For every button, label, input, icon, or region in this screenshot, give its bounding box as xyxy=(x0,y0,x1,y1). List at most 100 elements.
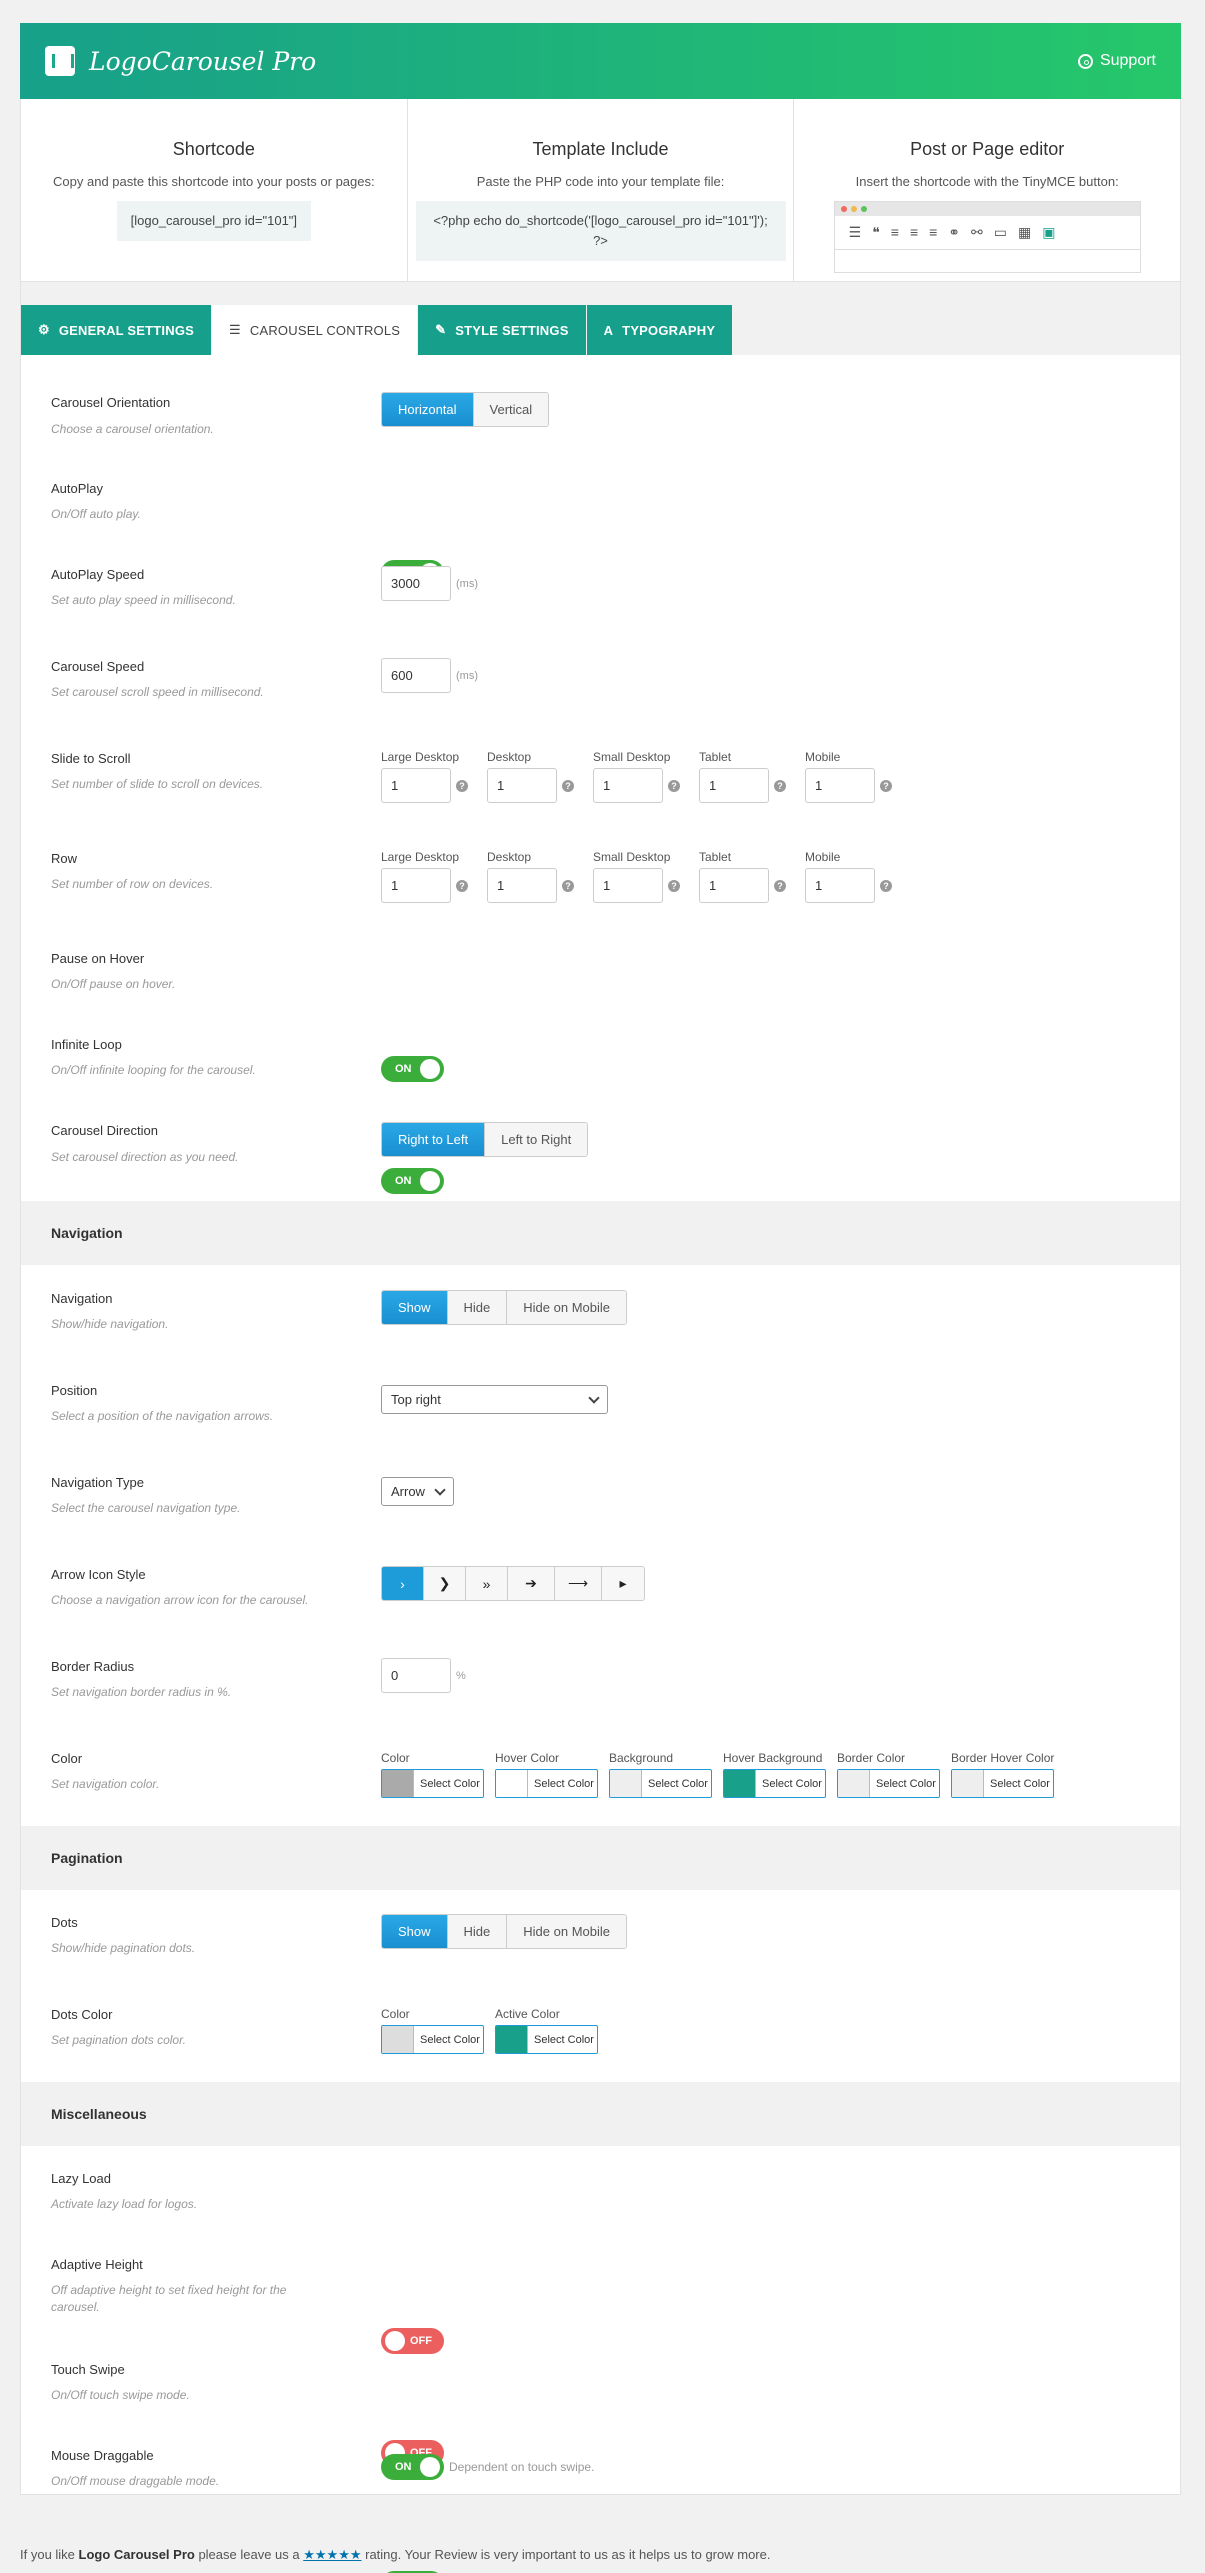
arrow-style-6-icon[interactable]: ▸ xyxy=(602,1567,644,1600)
position-select[interactable]: Top right xyxy=(381,1385,608,1414)
mouse-draggable-toggle[interactable]: ON xyxy=(381,2454,444,2480)
quote-icon: ❝ xyxy=(872,224,880,240)
device-input[interactable]: 1 xyxy=(381,768,451,803)
tab-general-settings[interactable]: ⚙ General Settings xyxy=(21,305,212,355)
device-input[interactable]: 1 xyxy=(699,768,769,803)
help-icon[interactable]: ? xyxy=(456,879,468,892)
infinite-loop-desc: On/Off infinite looping for the carousel… xyxy=(51,1063,256,1077)
template-code[interactable]: <?php echo do_shortcode('[logo_carousel_… xyxy=(415,201,786,261)
tab-carousel-controls[interactable]: ☰ Carousel Controls xyxy=(212,305,418,355)
row-desc: Set number of row on devices. xyxy=(51,877,214,891)
dots-color-desc: Set pagination dots color. xyxy=(51,2033,186,2047)
slide-to-scroll-desc: Set number of slide to scroll on devices… xyxy=(51,777,264,791)
dots-color-picker: Color Select Color xyxy=(381,2007,484,2054)
arrow-style-label: Arrow Icon Style xyxy=(51,1567,146,1582)
help-icon[interactable]: ? xyxy=(668,879,680,892)
nav-hide-button[interactable]: Hide xyxy=(447,1291,508,1324)
toggle-knob xyxy=(385,2331,405,2351)
color-picker-button[interactable]: Select Color xyxy=(951,1769,1054,1798)
device-input[interactable]: 1 xyxy=(805,868,875,903)
arrow-style-5-icon[interactable]: ⟶ xyxy=(555,1567,602,1600)
toggle-text: OFF xyxy=(410,2335,432,2347)
shortcode-box: Shortcode Copy and paste this shortcode … xyxy=(21,99,408,281)
help-icon[interactable]: ? xyxy=(562,779,574,792)
color-label: Active Color xyxy=(495,2007,560,2021)
plugin-panel: LogoCarousel Pro Support Shortcode Copy … xyxy=(20,23,1181,2573)
autoplay-speed-desc: Set auto play speed in millisecond. xyxy=(51,593,236,607)
right-to-left-button[interactable]: Right to Left xyxy=(382,1123,486,1156)
adaptive-height-label: Adaptive Height xyxy=(51,2257,143,2272)
align-left-icon: ≡ xyxy=(890,224,899,240)
device-input[interactable]: 1 xyxy=(805,768,875,803)
header: LogoCarousel Pro Support xyxy=(20,23,1181,99)
border-radius-input[interactable]: 0 xyxy=(381,1658,451,1693)
dots-desc: Show/hide pagination dots. xyxy=(51,1941,196,1955)
help-icon[interactable]: ? xyxy=(456,779,468,792)
orientation-buttons: Horizontal Vertical xyxy=(381,392,550,427)
dots-hide-button[interactable]: Hide xyxy=(447,1915,508,1948)
nav-hover-color-picker: Hover Color Select Color xyxy=(495,1751,598,1798)
device-input[interactable]: 1 xyxy=(593,868,663,903)
autoplay-speed-input[interactable]: 3000 xyxy=(381,566,451,601)
color-picker-button[interactable]: Select Color xyxy=(495,2025,598,2054)
color-picker-button[interactable]: Select Color xyxy=(495,1769,598,1798)
help-icon[interactable]: ? xyxy=(562,879,574,892)
vertical-button[interactable]: Vertical xyxy=(473,393,549,426)
color-picker-button[interactable]: Select Color xyxy=(381,1769,484,1798)
arrow-style-2-icon[interactable]: ❯ xyxy=(424,1567,466,1600)
window-bar xyxy=(834,202,1140,216)
help-icon[interactable]: ? xyxy=(668,779,680,792)
mouse-draggable-desc: On/Off mouse draggable mode. xyxy=(51,2474,220,2488)
device-input[interactable]: 1 xyxy=(381,868,451,903)
left-to-right-button[interactable]: Left to Right xyxy=(485,1123,588,1156)
color-picker-button[interactable]: Select Color xyxy=(723,1769,826,1798)
rating-stars-link[interactable]: ★★★★★ xyxy=(303,2547,361,2562)
color-swatch xyxy=(382,1770,414,1797)
carousel-speed-input[interactable]: 600 xyxy=(381,658,451,693)
help-icon[interactable]: ? xyxy=(774,779,786,792)
nav-border-hover-color-picker: Border Hover Color Select Color xyxy=(951,1751,1054,1798)
carousel-speed-desc: Set carousel scroll speed in millisecond… xyxy=(51,685,264,699)
navigation-label: Navigation xyxy=(51,1291,113,1306)
unit-label: (ms) xyxy=(456,577,478,590)
select-color-text: Select Color xyxy=(534,2033,594,2046)
color-picker-button[interactable]: Select Color xyxy=(381,2025,484,2054)
shortcode-code[interactable]: [logo_carousel_pro id="101"] xyxy=(116,201,312,241)
tab-style-settings[interactable]: ✎ Style Settings xyxy=(418,305,586,355)
help-icon[interactable]: ? xyxy=(774,879,786,892)
select-color-text: Select Color xyxy=(762,1777,822,1790)
nav-show-button[interactable]: Show xyxy=(382,1291,448,1324)
color-swatch xyxy=(838,1770,870,1797)
nav-type-select[interactable]: Arrow xyxy=(381,1477,454,1506)
device-input[interactable]: 1 xyxy=(487,768,557,803)
dots-hide-mobile-button[interactable]: Hide on Mobile xyxy=(507,1915,626,1948)
navigation-section-header: Navigation xyxy=(21,1201,1180,1265)
arrow-style-1-icon[interactable]: › xyxy=(382,1567,424,1600)
arrow-style-4-icon[interactable]: ➔ xyxy=(508,1567,555,1600)
support-label: Support xyxy=(1099,52,1156,69)
usage-info: Shortcode Copy and paste this shortcode … xyxy=(20,99,1181,282)
horizontal-button[interactable]: Horizontal xyxy=(382,393,474,426)
help-icon[interactable]: ? xyxy=(880,879,892,892)
list-icon: ☰ xyxy=(848,224,862,240)
infinite-loop-toggle[interactable]: ON xyxy=(381,1168,444,1194)
carousel-speed-control: 600 (ms) xyxy=(381,658,478,693)
pause-hover-toggle[interactable]: ON xyxy=(381,1056,444,1082)
color-picker-button[interactable]: Select Color xyxy=(837,1769,940,1798)
settings-tabs: ⚙ General Settings ☰ Carousel Controls ✎ St… xyxy=(21,282,1180,355)
tab-typography[interactable]: A Typography xyxy=(586,305,733,355)
arrow-style-3-icon[interactable]: » xyxy=(466,1567,508,1600)
dots-show-button[interactable]: Show xyxy=(382,1915,448,1948)
color-picker-button[interactable]: Select Color xyxy=(609,1769,712,1798)
tab-label: General Settings xyxy=(58,322,195,338)
help-icon[interactable]: ? xyxy=(880,779,892,792)
lazy-load-toggle[interactable]: OFF xyxy=(381,2328,444,2354)
gear-icon: ⚙ xyxy=(38,322,50,337)
orientation-label: Carousel Orientation xyxy=(51,395,171,410)
device-input[interactable]: 1 xyxy=(593,768,663,803)
nav-hide-mobile-button[interactable]: Hide on Mobile xyxy=(507,1291,626,1324)
unit-label: (ms) xyxy=(456,669,478,682)
device-input[interactable]: 1 xyxy=(487,868,557,903)
device-input[interactable]: 1 xyxy=(699,868,769,903)
support-link[interactable]: Support xyxy=(1077,52,1156,70)
